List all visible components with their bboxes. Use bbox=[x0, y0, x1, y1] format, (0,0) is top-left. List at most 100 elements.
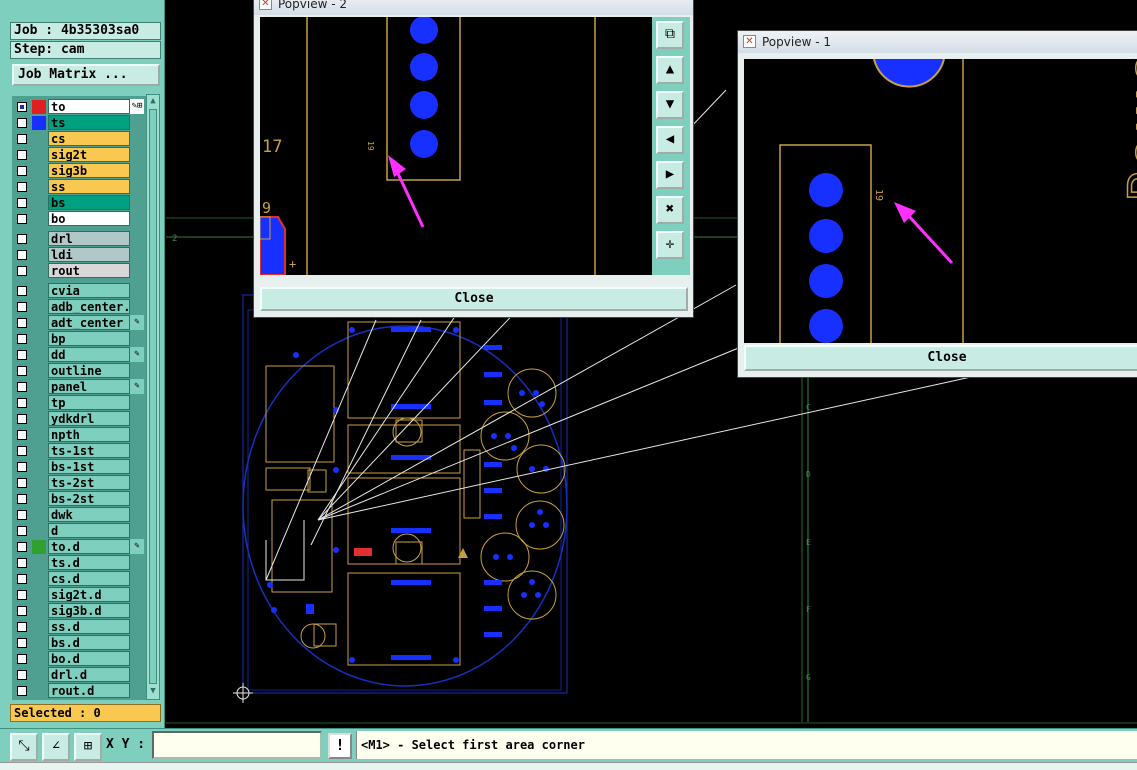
measure-icon[interactable]: ∠ bbox=[42, 733, 70, 761]
layer-checkbox[interactable] bbox=[17, 234, 27, 244]
alert-button[interactable]: ! bbox=[328, 733, 352, 759]
view-tool-icon[interactable]: ◀ bbox=[656, 126, 684, 154]
layer-row[interactable]: rout.d bbox=[12, 683, 146, 699]
layer-color-swatch[interactable] bbox=[32, 380, 46, 394]
layer-checkbox[interactable] bbox=[17, 478, 27, 488]
layer-row[interactable]: dd ✎ bbox=[12, 347, 146, 363]
layer-name[interactable]: drl.d bbox=[48, 667, 130, 682]
layer-row[interactable]: bs-1st bbox=[12, 459, 146, 475]
job-matrix-button[interactable]: Job Matrix ... bbox=[12, 64, 160, 86]
layer-name[interactable]: d bbox=[48, 523, 130, 538]
layer-name[interactable]: cs bbox=[48, 131, 130, 146]
layer-name[interactable]: ydkdrl bbox=[48, 411, 130, 426]
layer-checkbox[interactable] bbox=[17, 102, 27, 112]
popview-1-titlebar[interactable]: ✕ Popview - 1 bbox=[738, 31, 1137, 53]
layer-color-swatch[interactable] bbox=[32, 508, 46, 522]
view-tool-icon[interactable]: ▼ bbox=[656, 91, 684, 119]
layer-color-swatch[interactable] bbox=[32, 248, 46, 262]
popview-1-close-button[interactable]: Close bbox=[744, 345, 1137, 371]
layer-name[interactable]: panel bbox=[48, 379, 130, 394]
layer-color-swatch[interactable] bbox=[32, 132, 46, 146]
layer-color-swatch[interactable] bbox=[32, 116, 46, 130]
layer-color-swatch[interactable] bbox=[32, 668, 46, 682]
layer-color-swatch[interactable] bbox=[32, 364, 46, 378]
layer-row[interactable]: sig3b bbox=[12, 163, 146, 179]
layer-row[interactable]: ts-2st bbox=[12, 475, 146, 491]
layer-color-swatch[interactable] bbox=[32, 460, 46, 474]
layer-row[interactable]: panel ✎ bbox=[12, 379, 146, 395]
layer-row[interactable]: ss bbox=[12, 179, 146, 195]
layer-name[interactable]: ts bbox=[48, 115, 130, 130]
layer-row[interactable]: to.d ✎ bbox=[12, 539, 146, 555]
layer-name[interactable]: sig3b.d bbox=[48, 603, 130, 618]
layer-color-swatch[interactable] bbox=[32, 540, 46, 554]
scroll-up-icon[interactable]: ▲ bbox=[147, 95, 159, 107]
layer-name[interactable]: ts-1st bbox=[48, 443, 130, 458]
layer-row[interactable]: cvia bbox=[12, 283, 146, 299]
layer-row[interactable]: bp bbox=[12, 331, 146, 347]
layer-name[interactable]: bo.d bbox=[48, 651, 130, 666]
layer-name[interactable]: tp bbox=[48, 395, 130, 410]
layer-row[interactable]: drl.d bbox=[12, 667, 146, 683]
layer-color-swatch[interactable] bbox=[32, 428, 46, 442]
layer-row[interactable]: cs bbox=[12, 131, 146, 147]
layer-row[interactable]: ts.d bbox=[12, 555, 146, 571]
layer-checkbox[interactable] bbox=[17, 166, 27, 176]
layer-checkbox[interactable] bbox=[17, 150, 27, 160]
view-tool-icon[interactable]: ▶ bbox=[656, 161, 684, 189]
layer-color-swatch[interactable] bbox=[32, 412, 46, 426]
layer-row[interactable]: adb_center. bbox=[12, 299, 146, 315]
layer-checkbox[interactable] bbox=[17, 494, 27, 504]
layer-color-swatch[interactable] bbox=[32, 284, 46, 298]
layer-list-scrollbar[interactable]: ▲ ▼ bbox=[146, 94, 160, 700]
layer-name[interactable]: ts.d bbox=[48, 555, 130, 570]
layer-color-swatch[interactable] bbox=[32, 180, 46, 194]
view-tool-icon[interactable]: ⧉ bbox=[656, 21, 684, 49]
layer-row[interactable]: npth bbox=[12, 427, 146, 443]
layer-checkbox[interactable] bbox=[17, 118, 27, 128]
view-tool-icon[interactable]: ▲ bbox=[656, 56, 684, 84]
layer-checkbox[interactable] bbox=[17, 398, 27, 408]
layer-name[interactable]: bs bbox=[48, 195, 130, 210]
layer-color-swatch[interactable] bbox=[32, 264, 46, 278]
layer-row[interactable]: ss.d bbox=[12, 619, 146, 635]
layer-checkbox[interactable] bbox=[17, 574, 27, 584]
layer-color-swatch[interactable] bbox=[32, 300, 46, 314]
layer-name[interactable]: ss bbox=[48, 179, 130, 194]
layer-name[interactable]: to.d bbox=[48, 539, 130, 554]
popview-1-window[interactable]: ✕ Popview - 1 19 Powe Close bbox=[737, 30, 1137, 378]
layer-checkbox[interactable] bbox=[17, 214, 27, 224]
layer-checkbox[interactable] bbox=[17, 318, 27, 328]
layer-color-swatch[interactable] bbox=[32, 316, 46, 330]
layer-color-swatch[interactable] bbox=[32, 684, 46, 698]
layer-row[interactable]: bs bbox=[12, 195, 146, 211]
layer-checkbox[interactable] bbox=[17, 638, 27, 648]
layer-color-swatch[interactable] bbox=[32, 652, 46, 666]
layer-checkbox[interactable] bbox=[17, 350, 27, 360]
layer-name[interactable]: sig3b bbox=[48, 163, 130, 178]
layer-color-swatch[interactable] bbox=[32, 556, 46, 570]
scroll-thumb[interactable] bbox=[149, 109, 157, 684]
layer-row[interactable]: sig2t.d bbox=[12, 587, 146, 603]
layer-name[interactable]: to bbox=[48, 99, 130, 114]
layer-name[interactable]: bo bbox=[48, 211, 130, 226]
layer-checkbox[interactable] bbox=[17, 670, 27, 680]
layer-color-swatch[interactable] bbox=[32, 476, 46, 490]
popview-2-titlebar[interactable]: ✕ Popview - 2 bbox=[254, 0, 693, 15]
layer-name[interactable]: bs-2st bbox=[48, 491, 130, 506]
layer-checkbox[interactable] bbox=[17, 686, 27, 696]
layer-checkbox[interactable] bbox=[17, 446, 27, 456]
layer-color-swatch[interactable] bbox=[32, 232, 46, 246]
view-tool-icon[interactable]: ✛ bbox=[656, 231, 684, 259]
layer-name[interactable]: cs.d bbox=[48, 571, 130, 586]
layer-name[interactable]: outline bbox=[48, 363, 130, 378]
layer-name[interactable]: drl bbox=[48, 231, 130, 246]
layer-name[interactable]: rout.d bbox=[48, 683, 130, 698]
layer-name[interactable]: ldi bbox=[48, 247, 130, 262]
layer-row[interactable]: sig2t bbox=[12, 147, 146, 163]
layer-row[interactable]: adt_center ✎ bbox=[12, 315, 146, 331]
layer-color-swatch[interactable] bbox=[32, 212, 46, 226]
layer-color-swatch[interactable] bbox=[32, 348, 46, 362]
popview-2-close-button[interactable]: Close bbox=[260, 287, 688, 311]
layer-checkbox[interactable] bbox=[17, 558, 27, 568]
